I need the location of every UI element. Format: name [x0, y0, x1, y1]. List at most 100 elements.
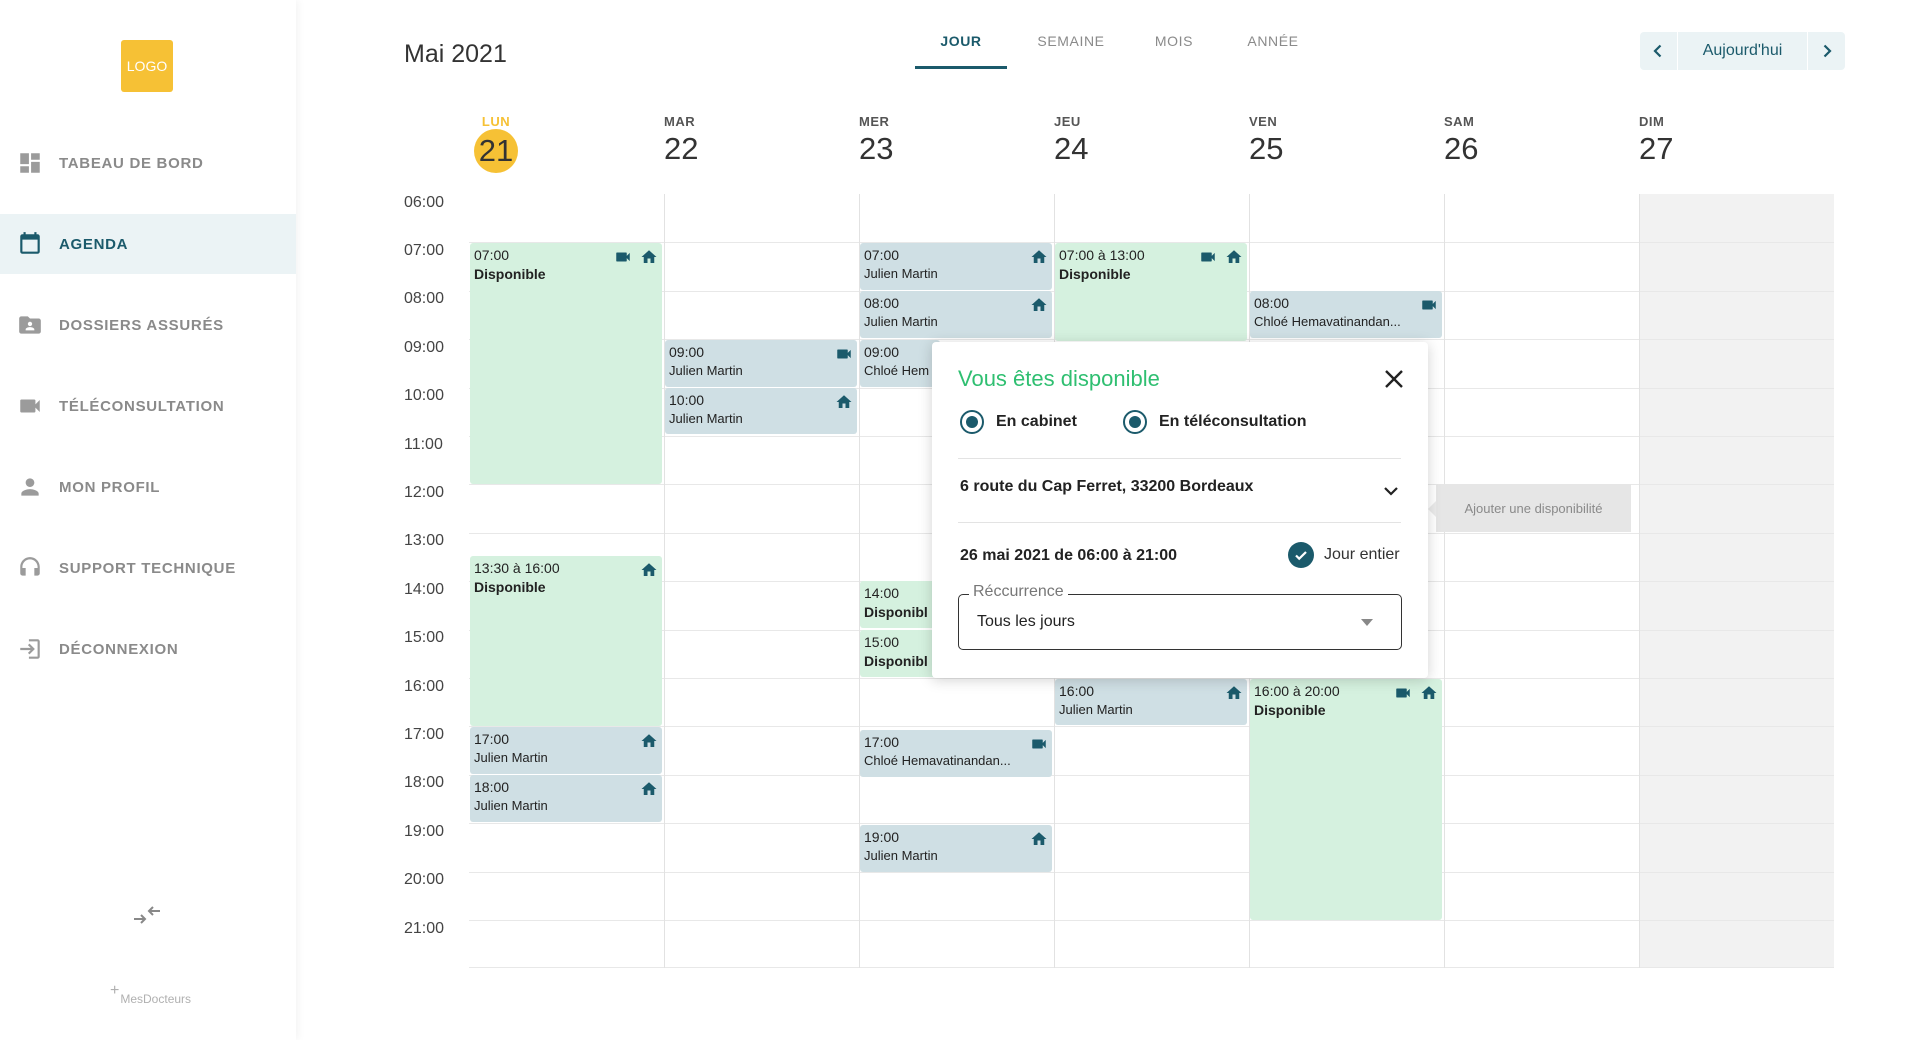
day-header-thu[interactable]: JEU 24	[1054, 114, 1249, 167]
hour-label: 20:00	[404, 871, 445, 888]
plus-icon: +	[110, 982, 120, 999]
next-button[interactable]	[1809, 32, 1845, 70]
today-button[interactable]: Aujourd'hui	[1677, 32, 1808, 70]
video-camera-icon	[16, 392, 44, 420]
sidebar-item-label: DÉCONNEXION	[59, 640, 179, 658]
close-button[interactable]	[1379, 364, 1409, 394]
sidebar-item-profil[interactable]: MON PROFIL	[0, 457, 296, 517]
add-availability-slot[interactable]: Ajouter une disponibilité	[1436, 484, 1631, 532]
appointment[interactable]: 18:00 Julien Martin	[470, 775, 662, 822]
day-header-wed[interactable]: MER 23	[859, 114, 1054, 167]
hour-label: 10:00	[404, 387, 445, 404]
tab-mois[interactable]: MOIS	[1144, 33, 1204, 69]
divider	[958, 522, 1401, 523]
date-navigation: Aujourd'hui	[1640, 32, 1845, 70]
home-icon	[640, 248, 658, 266]
hour-line	[469, 775, 1834, 776]
collapse-sidebar-button[interactable]	[130, 900, 164, 930]
home-icon	[1030, 830, 1048, 848]
day-separator	[1639, 194, 1640, 968]
sidebar-item-dashboard[interactable]: TABEAU DE BORD	[0, 133, 296, 193]
home-icon	[1225, 684, 1243, 702]
day-separator	[664, 194, 665, 968]
appointment[interactable]: 08:00 Julien Martin	[860, 291, 1052, 338]
recurrence-value: Tous les jours	[977, 613, 1075, 630]
availability-slot[interactable]: 07:00 Disponible	[470, 243, 662, 484]
radio-checked-icon	[960, 410, 984, 434]
video-camera-icon	[1420, 296, 1438, 314]
radio-en-teleconsultation[interactable]: En téléconsultation	[1123, 410, 1307, 434]
hour-label: 13:00	[404, 532, 445, 549]
hour-label: 06:00	[404, 194, 445, 211]
hour-label: 14:00	[404, 581, 445, 598]
appointment[interactable]: 10:00 Julien Martin	[665, 388, 857, 434]
home-icon	[640, 561, 658, 579]
hour-label: 07:00	[404, 242, 445, 259]
radio-checked-icon	[1123, 410, 1147, 434]
hour-line	[469, 726, 1834, 727]
day-separator	[1444, 194, 1445, 968]
divider	[958, 458, 1401, 459]
previous-button[interactable]	[1640, 32, 1676, 70]
appointment[interactable]: 17:00 Chloé Hemavatinandan...	[860, 730, 1052, 777]
chevron-down-icon[interactable]	[1380, 480, 1402, 502]
tab-annee[interactable]: ANNÉE	[1238, 33, 1308, 69]
hour-line	[469, 967, 1834, 968]
radio-en-cabinet[interactable]: En cabinet	[960, 410, 1077, 434]
sidebar-item-teleconsultation[interactable]: TÉLÉCONSULTATION	[0, 376, 296, 436]
appointment[interactable]: 08:00 Chloé Hemavatinandan...	[1250, 291, 1442, 338]
home-icon	[1030, 296, 1048, 314]
home-icon	[640, 780, 658, 798]
appointment[interactable]: 19:00 Julien Martin	[860, 825, 1052, 872]
appointment[interactable]: 07:00 Julien Martin	[860, 243, 1052, 290]
availability-slot[interactable]: 15:00 Disponibl	[860, 630, 940, 677]
appointment[interactable]: 09:00 Julien Martin	[665, 340, 857, 387]
sidebar-item-agenda[interactable]: AGENDA	[0, 214, 296, 274]
sidebar-item-label: AGENDA	[59, 235, 129, 253]
sidebar-item-dossiers[interactable]: DOSSIERS ASSURÉS	[0, 295, 296, 355]
day-header-mon[interactable]: LUN 21	[474, 114, 669, 173]
hour-line	[469, 920, 1834, 921]
logo: LOGO	[121, 40, 173, 92]
sidebar-item-label: SUPPORT TECHNIQUE	[59, 559, 236, 577]
person-icon	[16, 473, 44, 501]
appointment[interactable]: 16:00 Julien Martin	[1055, 679, 1247, 725]
hour-label: 09:00	[404, 339, 445, 356]
sidebar-item-logout[interactable]: DÉCONNEXION	[0, 619, 296, 679]
video-camera-icon	[614, 248, 632, 266]
appointment[interactable]: 17:00 Julien Martin	[470, 727, 662, 774]
sidebar-item-label: MON PROFIL	[59, 478, 161, 496]
brand-logo: +MesDocteurs	[110, 982, 192, 1006]
popup-title: Vous êtes disponible	[958, 366, 1160, 391]
home-icon	[835, 393, 853, 411]
hour-line	[469, 872, 1834, 873]
availability-slot[interactable]: 07:00 à 13:00 Disponible	[1055, 243, 1247, 341]
sidebar-item-label: TABEAU DE BORD	[59, 154, 204, 172]
availability-slot[interactable]: 16:00 à 20:00 Disponible	[1250, 679, 1442, 920]
hour-label: 15:00	[404, 629, 445, 646]
day-header-sun[interactable]: DIM 27	[1639, 114, 1834, 167]
home-icon	[1420, 684, 1438, 702]
tab-semaine[interactable]: SEMAINE	[1030, 33, 1112, 69]
recurrence-select[interactable]: Réccurrence Tous les jours	[958, 583, 1402, 650]
availability-slot[interactable]: 13:30 à 16:00 Disponible	[470, 556, 662, 726]
video-camera-icon	[1030, 735, 1048, 753]
folder-user-icon	[16, 311, 44, 339]
close-icon	[1385, 370, 1403, 388]
day-header-tue[interactable]: MAR 22	[664, 114, 859, 167]
sidebar-item-support[interactable]: SUPPORT TECHNIQUE	[0, 538, 296, 598]
all-day-checkbox[interactable]: Jour entier	[1288, 542, 1400, 568]
day-header-sat[interactable]: SAM 26	[1444, 114, 1639, 167]
availability-slot[interactable]: 14:00 Disponibl	[860, 581, 940, 628]
tab-jour[interactable]: JOUR	[915, 33, 1007, 69]
hour-label: 19:00	[404, 823, 445, 840]
hour-label: 08:00	[404, 290, 445, 307]
address-select[interactable]: 6 route du Cap Ferret, 33200 Bordeaux	[960, 478, 1253, 496]
appointment[interactable]: 09:00 Chloé Hem	[860, 340, 940, 387]
home-icon	[1225, 248, 1243, 266]
collapse-arrows-icon	[134, 906, 160, 924]
page-title: Mai 2021	[404, 40, 507, 68]
day-header-fri[interactable]: VEN 25	[1249, 114, 1444, 167]
sidebar-item-label: TÉLÉCONSULTATION	[59, 397, 225, 415]
recurrence-label: Réccurrence	[969, 583, 1068, 601]
